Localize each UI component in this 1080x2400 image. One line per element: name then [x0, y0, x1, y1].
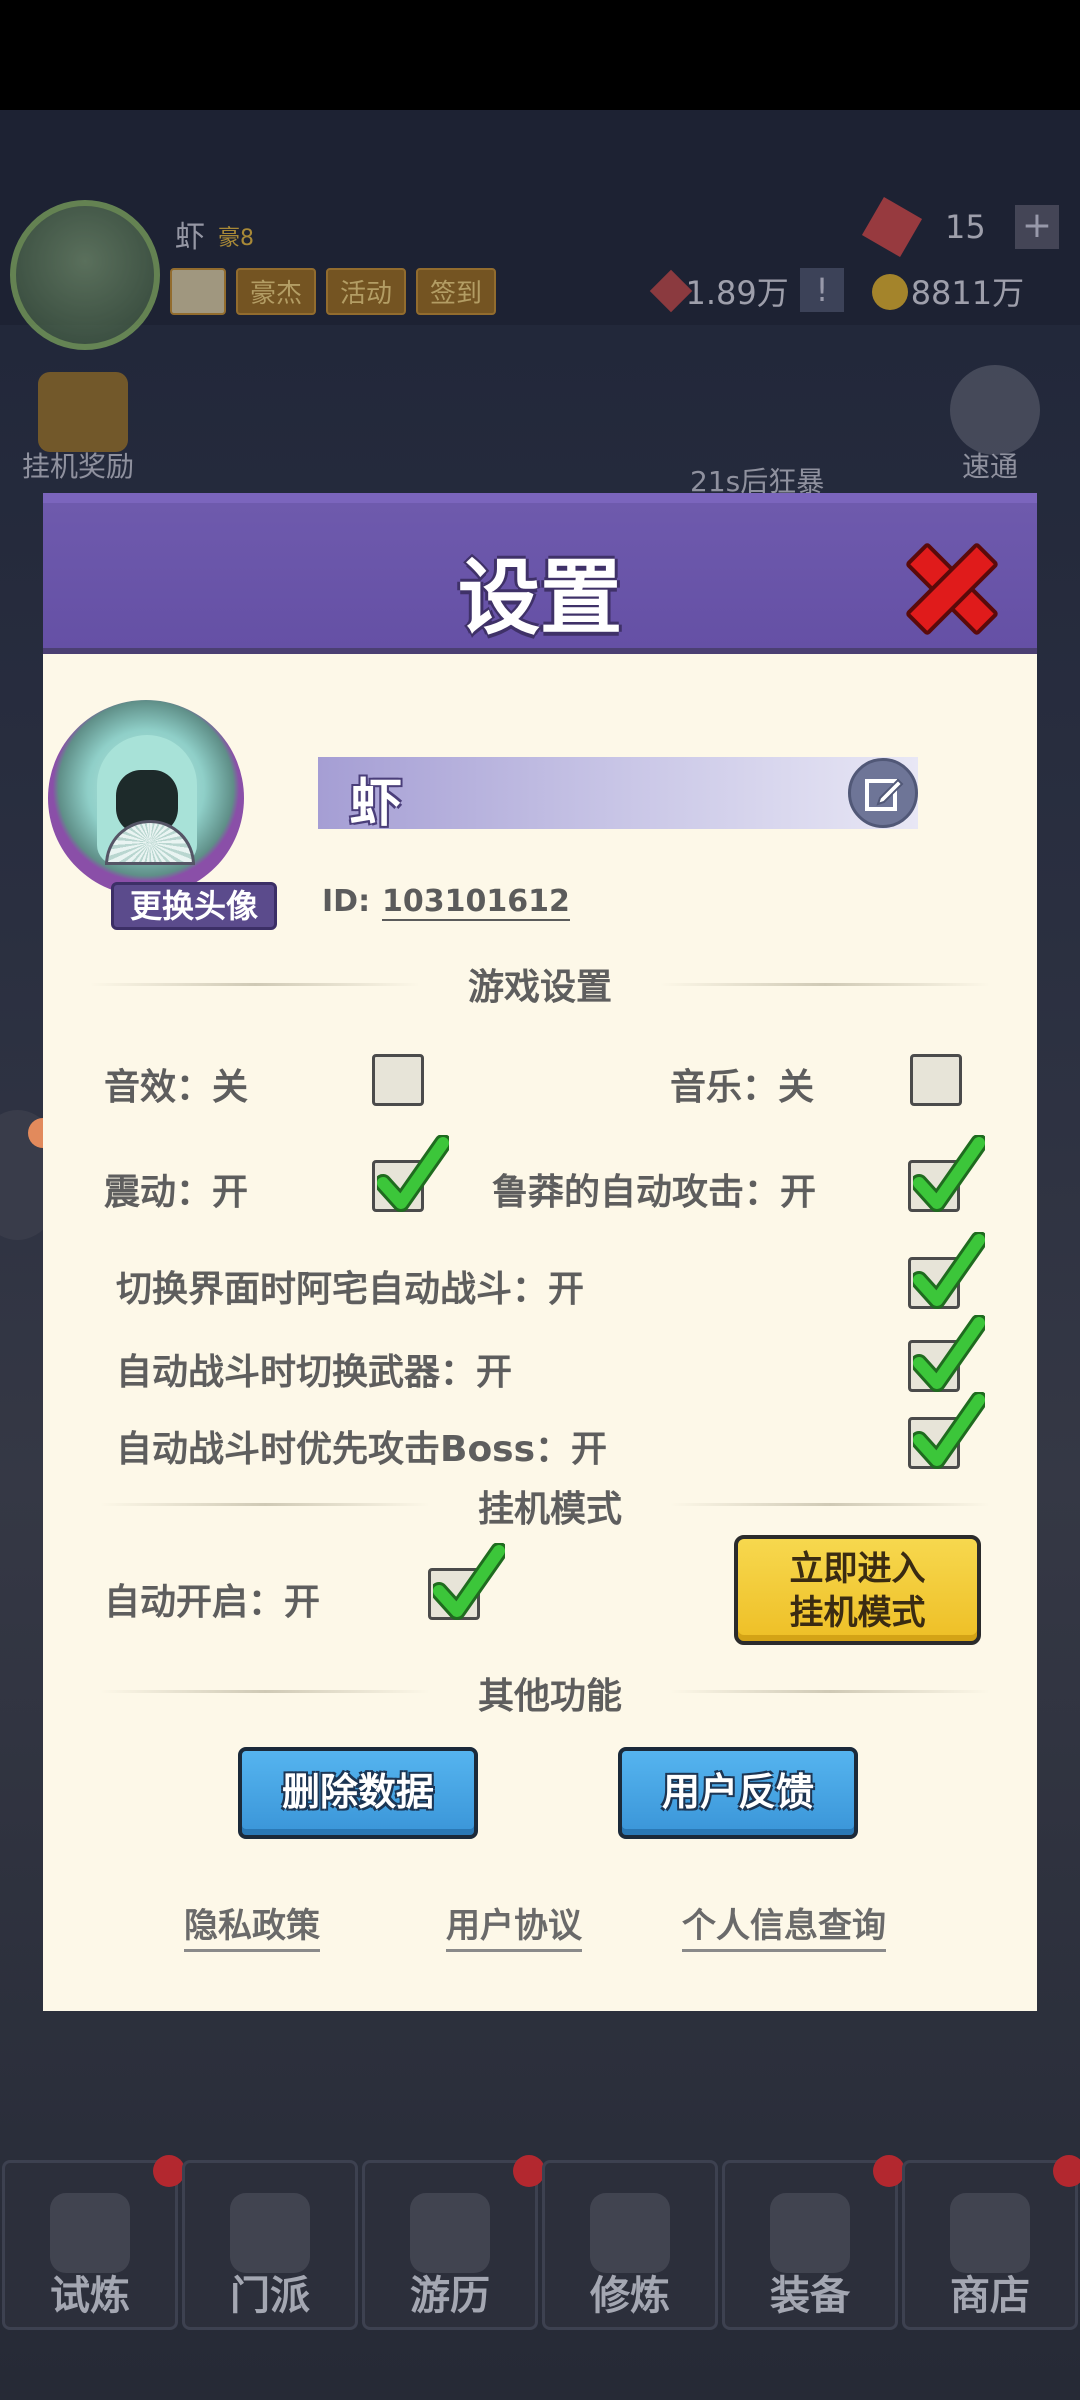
- nav-cultivate: 修炼: [542, 2160, 718, 2330]
- player-name-background: 虾: [175, 220, 205, 255]
- nav-badge-dot: [1053, 2155, 1080, 2187]
- divider-left: [100, 1690, 430, 1693]
- treasure-chest-icon: [38, 372, 128, 452]
- trial-icon: [50, 2193, 130, 2273]
- option-auto-battle-label: 切换界面时阿宅自动战斗：开: [116, 1269, 585, 1310]
- cultivate-icon: [590, 2193, 670, 2273]
- sweep-label: 速通: [962, 450, 1019, 483]
- token-count: 1.89万: [655, 268, 789, 314]
- tag-event: 活动: [326, 268, 407, 315]
- enter-idle-mode-button[interactable]: 立即进入 挂机模式: [734, 1535, 981, 1645]
- player-name: 虾: [350, 774, 403, 834]
- section-title-game: 游戏设置: [467, 967, 612, 1008]
- coin-count: 8811万: [870, 268, 1024, 314]
- edit-icon: [865, 778, 904, 811]
- check-icon: [913, 1315, 985, 1392]
- vip-badge: 豪8: [218, 226, 254, 251]
- tag-hero: 豪杰: [236, 268, 317, 315]
- option-auto-idle-label: 自动开启：开: [104, 1582, 321, 1623]
- option-music-label: 音乐：关: [670, 1067, 815, 1108]
- alert-icon: !: [800, 268, 844, 312]
- player-avatar-background: [10, 200, 160, 350]
- option-auto-idle-checkbox[interactable]: [428, 1543, 505, 1620]
- close-icon[interactable]: [905, 541, 991, 627]
- nav-badge-dot: [873, 2155, 905, 2187]
- option-reckless-checkbox[interactable]: [908, 1135, 985, 1212]
- delete-data-button[interactable]: 删除数据: [238, 1747, 478, 1839]
- add-gem-button: +: [1015, 205, 1059, 249]
- nav-shop: 商店: [902, 2155, 1080, 2330]
- check-icon: [913, 1232, 985, 1309]
- divider-right: [670, 1690, 990, 1693]
- change-avatar-button[interactable]: 更换头像: [111, 882, 277, 930]
- nav-label-travel: 游历: [410, 2273, 490, 2319]
- check-icon: [913, 1135, 985, 1212]
- check-icon: [913, 1392, 985, 1469]
- check-icon: [377, 1135, 449, 1212]
- nav-badge-dot: [513, 2155, 545, 2187]
- option-switch-weapon-label: 自动战斗时切换武器：开: [116, 1352, 513, 1393]
- option-boss-first-label: 自动战斗时优先攻击Boss：开: [116, 1429, 608, 1470]
- option-music-checkbox[interactable]: [910, 1054, 962, 1106]
- sect-icon: [230, 2193, 310, 2273]
- player-name-field: 虾: [318, 757, 918, 834]
- tag-checkin: 签到: [416, 268, 497, 315]
- enter-idle-line1: 立即进入: [789, 1549, 926, 1589]
- nav-label-cultivate: 修炼: [590, 2273, 670, 2319]
- token-count-value: 1.89万: [685, 274, 789, 312]
- equipment-icon: [770, 2193, 850, 2273]
- option-reckless-label: 鲁莽的自动攻击：开: [492, 1172, 817, 1213]
- divider-right: [670, 1503, 990, 1506]
- dialog-header: 设置: [43, 493, 1037, 654]
- nav-trial: 试炼: [2, 2155, 185, 2330]
- nav-label-equipment: 装备: [770, 2273, 850, 2319]
- nav-travel: 游历: [362, 2155, 545, 2330]
- bottom-nav: 试炼 门派 游历 修炼 装备 商店: [0, 2155, 1080, 2330]
- id-label: ID:: [322, 884, 371, 919]
- check-icon: [433, 1543, 505, 1620]
- option-sound-label: 音效：关: [104, 1067, 249, 1108]
- skull-icon: [950, 365, 1040, 455]
- user-agreement-link[interactable]: 用户协议: [446, 1898, 582, 1952]
- gem-count: 15: [945, 208, 986, 246]
- nav-label-shop: 商店: [950, 2273, 1030, 2319]
- enter-idle-line2: 挂机模式: [789, 1593, 926, 1633]
- nav-sect: 门派: [182, 2160, 358, 2330]
- feedback-button[interactable]: 用户反馈: [618, 1747, 858, 1839]
- section-title-other: 其他功能: [477, 1676, 622, 1717]
- nav-label-sect: 门派: [230, 2273, 310, 2319]
- edit-name-button[interactable]: [848, 758, 918, 828]
- top-tags: 豪杰 活动 签到: [170, 268, 497, 315]
- coin-count-value: 8811万: [910, 274, 1025, 312]
- mail-icon: [170, 268, 226, 315]
- nav-badge-dot: [153, 2155, 185, 2187]
- divider-left: [100, 1503, 430, 1506]
- idle-reward-label: 挂机奖励: [22, 450, 135, 483]
- option-switch-weapon-checkbox[interactable]: [908, 1315, 985, 1392]
- option-auto-battle-checkbox[interactable]: [908, 1232, 985, 1309]
- nav-label-trial: 试炼: [50, 2273, 130, 2319]
- player-id[interactable]: 103101612: [382, 884, 570, 921]
- option-boss-first-checkbox[interactable]: [908, 1392, 985, 1469]
- travel-icon: [410, 2193, 490, 2273]
- shop-icon: [950, 2193, 1030, 2273]
- nav-equipment: 装备: [722, 2155, 905, 2330]
- option-vibration-checkbox[interactable]: [372, 1135, 449, 1212]
- option-sound-checkbox[interactable]: [372, 1054, 424, 1106]
- privacy-policy-link[interactable]: 隐私政策: [184, 1898, 320, 1952]
- dialog-title: 设置: [457, 551, 622, 646]
- divider-left: [90, 983, 420, 986]
- personal-info-link[interactable]: 个人信息查询: [682, 1898, 886, 1952]
- section-title-idle: 挂机模式: [477, 1489, 622, 1530]
- divider-right: [660, 983, 990, 986]
- option-vibration-label: 震动：开: [104, 1172, 249, 1213]
